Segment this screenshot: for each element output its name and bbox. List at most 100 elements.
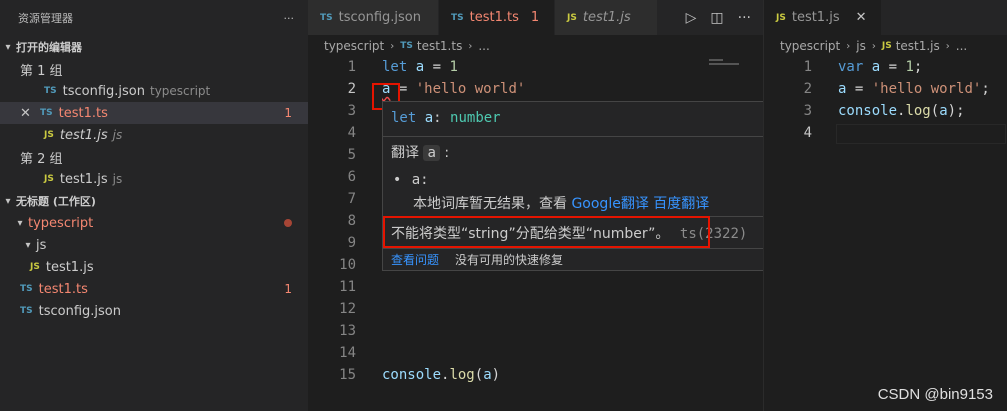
group-1-label: 第 1 组 xyxy=(20,63,63,79)
code-line-1[interactable]: var a = 1; xyxy=(838,59,922,75)
line-number: 2 xyxy=(803,81,812,97)
js-file-icon: JS xyxy=(567,12,577,23)
error-highlight-box xyxy=(383,216,710,248)
js-file-icon: JS xyxy=(881,41,892,51)
line-number: 13 xyxy=(339,323,356,339)
breadcrumb-folder[interactable]: typescript xyxy=(780,39,840,53)
close-icon[interactable]: ✕ xyxy=(856,10,867,25)
breadcrumb-folder[interactable]: js xyxy=(856,39,866,53)
chevron-right-icon: › xyxy=(468,40,473,52)
code-line-15[interactable]: console.log(a) xyxy=(382,367,500,383)
line-number: 1 xyxy=(803,59,812,75)
explorer-header: 资源管理器 ··· xyxy=(0,0,308,36)
js-file-icon: JS xyxy=(30,262,40,272)
ts-file-icon: TS xyxy=(320,12,333,23)
current-line-highlight xyxy=(836,124,1006,144)
open-editor-test1-js[interactable]: JS test1.js js xyxy=(0,124,308,146)
line-number: 14 xyxy=(339,345,356,361)
baidu-translate-link[interactable]: 百度翻译 xyxy=(653,196,709,212)
bullet-icon: • xyxy=(393,172,402,188)
tree-folder-typescript[interactable]: ▾ typescript xyxy=(0,212,308,234)
view-problem-link[interactable]: 查看问题 xyxy=(391,251,439,268)
line-number: 12 xyxy=(339,301,356,317)
minimap[interactable] xyxy=(705,57,749,97)
open-editor-test1-ts[interactable]: ✕ TS test1.ts 1 xyxy=(0,102,308,124)
tab-bar: JS test1.js ✕ xyxy=(764,0,1007,35)
js-file-icon: JS xyxy=(776,12,786,23)
split-editor-icon[interactable]: ◫ xyxy=(710,10,723,26)
tab-test1-js[interactable]: JS test1.js ✕ xyxy=(764,0,882,35)
line-number: 2 xyxy=(347,81,356,97)
breadcrumb-symbol[interactable]: ... xyxy=(956,39,967,53)
line-number: 4 xyxy=(347,125,356,141)
line-number: 11 xyxy=(339,279,356,295)
hover-signature: let a: number xyxy=(391,110,501,126)
tree-file-test1-js[interactable]: JS test1.js xyxy=(0,256,308,278)
no-quick-fix-text: 没有可用的快速修复 xyxy=(455,253,564,267)
open-editor-test1-js-group2[interactable]: JS test1.js js xyxy=(0,168,308,190)
translate-result: 本地词库暂无结果，查看 Google翻译 百度翻译 xyxy=(413,196,710,212)
line-number: 6 xyxy=(347,169,356,185)
more-actions-icon[interactable]: ··· xyxy=(284,12,295,25)
chevron-right-icon: › xyxy=(846,40,851,52)
tree-folder-js[interactable]: ▾ js xyxy=(0,234,308,256)
tree-file-test1-ts[interactable]: TS test1.ts 1 xyxy=(0,278,308,300)
chevron-down-icon: ▾ xyxy=(17,217,23,229)
ts-file-icon: TS xyxy=(20,284,33,294)
workspace-section[interactable]: ▾ 无标题 (工作区) xyxy=(0,190,308,212)
code-line-1[interactable]: let a = 1 xyxy=(382,59,458,75)
more-actions-icon[interactable]: ··· xyxy=(738,10,751,26)
ts-file-icon: TS xyxy=(44,86,57,96)
code-line-3[interactable]: console.log(a); xyxy=(838,103,965,119)
run-icon[interactable]: ▷ xyxy=(686,10,697,26)
chevron-down-icon: ▾ xyxy=(25,239,31,251)
explorer-sidebar: 资源管理器 ··· ▾ 打开的编辑器 第 1 组 TS tsconfig.jso… xyxy=(0,0,308,411)
line-number: 1 xyxy=(347,59,356,75)
line-number: 3 xyxy=(347,103,356,119)
js-file-icon: JS xyxy=(44,174,54,184)
ts-file-icon: TS xyxy=(20,306,33,316)
explorer-title: 资源管理器 xyxy=(18,12,73,25)
breadcrumb-symbol[interactable]: ... xyxy=(478,39,489,53)
chevron-right-icon: › xyxy=(390,40,395,52)
translate-bullet: • a: xyxy=(393,172,429,188)
error-count-badge: 1 xyxy=(284,282,292,296)
chevron-down-icon: ▾ xyxy=(5,41,11,53)
editor-group-2: JS test1.js ✕ typescript › js › JS test1… xyxy=(763,0,1007,411)
line-number: 9 xyxy=(347,235,356,251)
close-icon[interactable]: ✕ xyxy=(20,106,40,121)
error-dot-icon xyxy=(284,219,292,227)
line-number: 15 xyxy=(339,367,356,383)
chevron-down-icon: ▾ xyxy=(5,195,11,207)
line-number: 7 xyxy=(347,191,356,207)
divider xyxy=(383,136,792,137)
chevron-right-icon: › xyxy=(945,40,950,52)
tab-test1-ts[interactable]: TS test1.ts 1 xyxy=(439,0,555,35)
error-count-badge: 1 xyxy=(284,106,292,120)
group-2-label: 第 2 组 xyxy=(20,151,63,167)
breadcrumb: typescript › TS test1.ts › ... xyxy=(308,35,763,57)
line-number: 4 xyxy=(803,125,812,141)
editor-actions: ▷ ◫ ··· xyxy=(686,0,763,35)
breadcrumb-file[interactable]: test1.ts xyxy=(417,39,462,53)
ts-file-icon: TS xyxy=(40,108,53,118)
open-editor-tsconfig[interactable]: TS tsconfig.json typescript xyxy=(0,80,308,102)
code-line-2[interactable]: a = 'hello world'; xyxy=(838,81,990,97)
js-file-icon: JS xyxy=(44,130,54,140)
line-number: 10 xyxy=(339,257,356,273)
tree-file-tsconfig[interactable]: TS tsconfig.json xyxy=(0,300,308,322)
line-number: 8 xyxy=(347,213,356,229)
open-editors-section[interactable]: ▾ 打开的编辑器 xyxy=(0,36,308,58)
tab-test1-js[interactable]: JS test1.js xyxy=(555,0,658,35)
breadcrumb-file[interactable]: test1.js xyxy=(896,39,940,53)
tab-tsconfig[interactable]: TS tsconfig.json xyxy=(308,0,439,35)
watermark: CSDN @bin9153 xyxy=(877,386,993,403)
line-number: 3 xyxy=(803,103,812,119)
error-count-badge: 1 xyxy=(530,10,540,25)
code-line-2[interactable]: a = 'hello world' xyxy=(382,81,525,97)
breadcrumb: typescript › js › JS test1.js › ... xyxy=(764,35,1007,57)
line-number: 5 xyxy=(347,147,356,163)
google-translate-link[interactable]: Google翻译 xyxy=(571,196,648,212)
breadcrumb-folder[interactable]: typescript xyxy=(324,39,384,53)
translate-heading: 翻译 a : xyxy=(391,145,450,161)
